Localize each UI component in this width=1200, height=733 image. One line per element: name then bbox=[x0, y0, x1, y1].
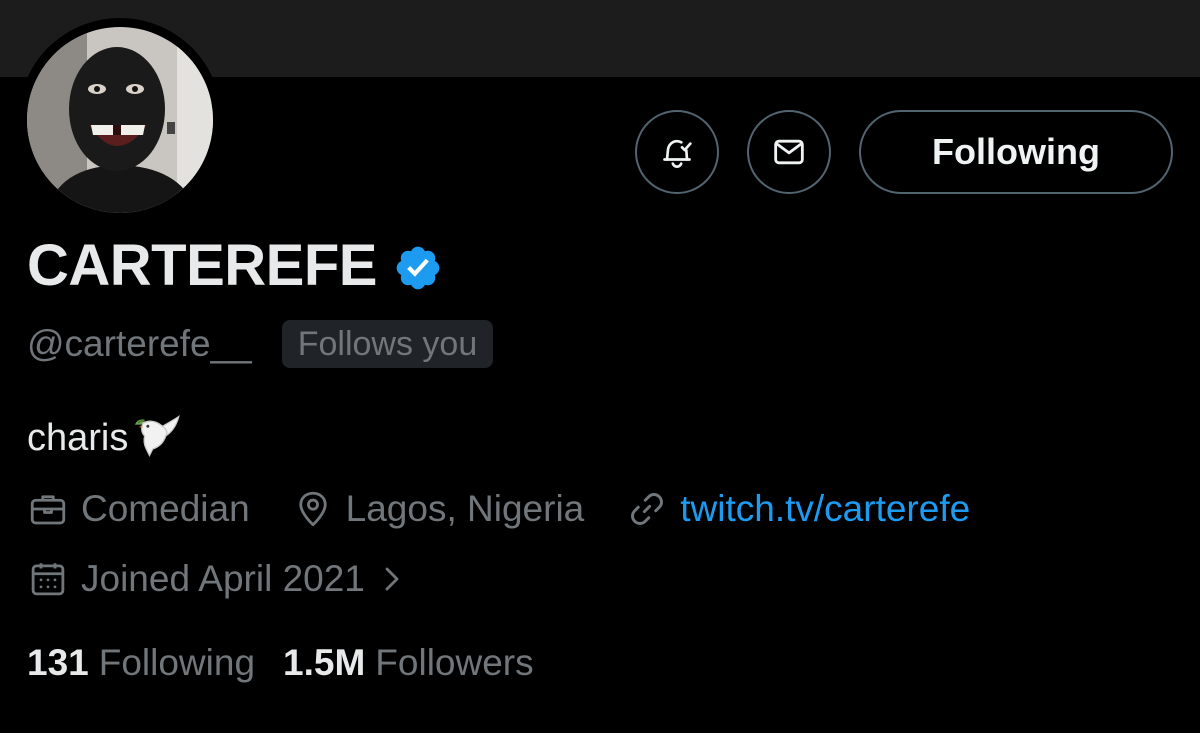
following-stat[interactable]: 131 Following bbox=[27, 642, 255, 684]
following-button[interactable]: Following bbox=[859, 110, 1173, 194]
name-row: CARTEREFE bbox=[27, 232, 443, 299]
link-icon bbox=[631, 493, 664, 525]
chevron-right-icon bbox=[385, 567, 399, 591]
verified-badge-icon[interactable] bbox=[393, 243, 443, 293]
calendar-icon bbox=[31, 563, 65, 596]
followers-count: 1.5M bbox=[283, 642, 366, 683]
following-stat-label: Following bbox=[98, 642, 256, 683]
location-text: Lagos, Nigeria bbox=[345, 488, 585, 529]
location-pin-icon bbox=[299, 491, 327, 527]
joined-date: Joined April 2021 bbox=[81, 558, 365, 599]
profile-meta-row: Comedian Lagos, Nigeria twitch.tv/carter… bbox=[27, 488, 1012, 530]
avatar-photo bbox=[27, 27, 213, 213]
website-link[interactable]: twitch.tv/carterefe bbox=[680, 488, 970, 530]
followers-stat[interactable]: 1.5M Followers bbox=[283, 642, 534, 684]
occupation-text: Comedian bbox=[81, 488, 250, 529]
avatar[interactable] bbox=[27, 27, 213, 213]
envelope-icon bbox=[774, 139, 804, 165]
follows-you-badge: Follows you bbox=[281, 320, 494, 368]
occupation-item: Comedian bbox=[27, 488, 250, 530]
follow-stats: 131 Following 1.5M Followers bbox=[27, 642, 562, 684]
following-count: 131 bbox=[27, 642, 89, 683]
bell-check-icon bbox=[663, 139, 692, 169]
display-name: CARTEREFE bbox=[27, 233, 377, 298]
briefcase-icon bbox=[30, 495, 66, 525]
dove-emoji-icon bbox=[135, 415, 181, 457]
notifications-button[interactable] bbox=[635, 110, 719, 194]
website-item[interactable]: twitch.tv/carterefe bbox=[626, 488, 970, 530]
handle-row: @carterefe__ Follows you bbox=[27, 320, 494, 368]
username-handle: @carterefe__ bbox=[27, 323, 252, 364]
bio: charis bbox=[27, 414, 182, 462]
location-item: Lagos, Nigeria bbox=[292, 488, 585, 530]
joined-row[interactable]: Joined April 2021 bbox=[27, 558, 407, 600]
followers-stat-label: Followers bbox=[375, 642, 534, 683]
message-button[interactable] bbox=[747, 110, 831, 194]
bio-text: charis bbox=[27, 416, 129, 459]
